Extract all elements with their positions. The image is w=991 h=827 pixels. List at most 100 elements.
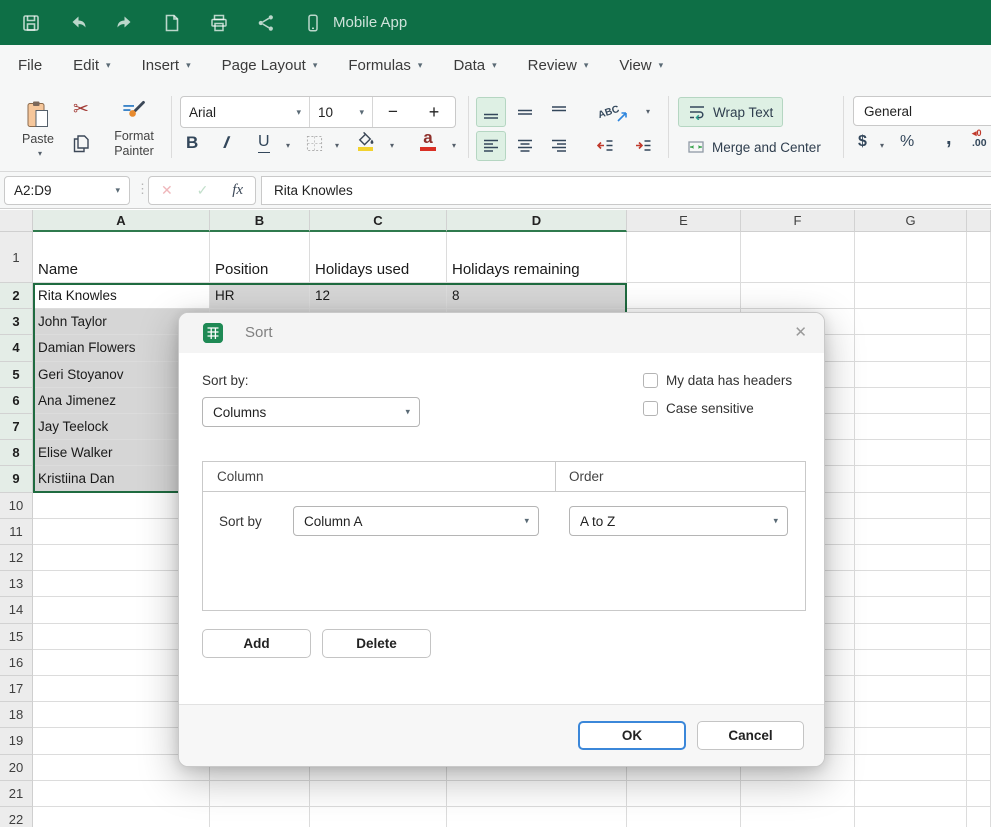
row-header-6[interactable]: 6 <box>0 388 33 414</box>
cell-G16[interactable] <box>855 650 967 676</box>
row-header-2[interactable]: 2 <box>0 283 33 309</box>
increase-indent-button[interactable] <box>628 131 658 161</box>
cell-E2[interactable] <box>627 283 741 309</box>
add-button[interactable]: Add <box>202 629 311 658</box>
cell-partial[interactable] <box>967 283 991 309</box>
row-header-11[interactable]: 11 <box>0 519 33 545</box>
cell-G5[interactable] <box>855 362 967 388</box>
chevron-down-icon[interactable]: ▾ <box>452 141 456 150</box>
row-header-9[interactable]: 9 <box>0 466 33 492</box>
cell-D1[interactable]: Holidays remaining <box>447 232 627 283</box>
sort-column-select[interactable]: Column A ▾ <box>293 506 539 536</box>
align-left-button[interactable] <box>476 131 506 161</box>
cancel-button[interactable]: Cancel <box>697 721 804 750</box>
comma-style-button[interactable]: , <box>946 127 952 150</box>
bold-button[interactable]: B <box>186 133 198 153</box>
cell-G12[interactable] <box>855 545 967 571</box>
cell-E1[interactable] <box>627 232 741 283</box>
save-icon[interactable] <box>20 12 42 34</box>
row-header-18[interactable]: 18 <box>0 702 33 728</box>
font-color-button[interactable]: a <box>420 129 436 151</box>
row-header-10[interactable]: 10 <box>0 493 33 519</box>
cell-F2[interactable] <box>741 283 855 309</box>
cancel-entry-icon[interactable]: ✕ <box>161 182 173 199</box>
cell-G18[interactable] <box>855 702 967 728</box>
align-right-button[interactable] <box>544 131 574 161</box>
cell-G17[interactable] <box>855 676 967 702</box>
chevron-down-icon[interactable]: ▾ <box>390 141 394 150</box>
cell-partial[interactable] <box>967 388 991 414</box>
cell-partial[interactable] <box>967 755 991 781</box>
cell-G15[interactable] <box>855 624 967 650</box>
undo-icon[interactable] <box>67 12 89 34</box>
cell-C22[interactable] <box>310 807 447 827</box>
cell-A1[interactable]: Name <box>33 232 210 283</box>
text-orientation-button[interactable]: ABC <box>590 99 636 125</box>
row-header-22[interactable]: 22 <box>0 807 33 827</box>
font-name-select[interactable]: Arial▾ <box>181 97 309 127</box>
menu-data[interactable]: Data▾ <box>453 57 496 74</box>
cell-partial[interactable] <box>967 676 991 702</box>
underline-button[interactable]: U <box>258 133 270 153</box>
cell-partial[interactable] <box>967 650 991 676</box>
cell-G22[interactable] <box>855 807 967 827</box>
cell-B2[interactable]: HR <box>210 283 310 309</box>
cell-partial[interactable] <box>967 440 991 466</box>
cell-D21[interactable] <box>447 781 627 807</box>
cell-D22[interactable] <box>447 807 627 827</box>
cell-C2[interactable]: 12 <box>310 283 447 309</box>
decrease-decimal-button[interactable]: ◂0 .00 <box>972 129 987 149</box>
cell-G19[interactable] <box>855 728 967 754</box>
number-format-select[interactable]: General <box>853 96 991 126</box>
share-icon[interactable] <box>255 12 277 34</box>
currency-style-button[interactable]: $ <box>858 133 867 151</box>
my-data-has-headers-checkbox[interactable]: My data has headers <box>643 373 792 388</box>
italic-button[interactable]: I <box>222 133 231 153</box>
cell-G2[interactable] <box>855 283 967 309</box>
cell-partial[interactable] <box>967 571 991 597</box>
column-header-D[interactable]: D <box>447 210 627 232</box>
column-header-F[interactable]: F <box>741 210 855 232</box>
menu-insert[interactable]: Insert▾ <box>142 57 191 74</box>
sort-by-select[interactable]: Columns ▾ <box>202 397 420 427</box>
row-header-16[interactable]: 16 <box>0 650 33 676</box>
cell-A22[interactable] <box>33 807 210 827</box>
decrease-font-size-button[interactable]: − <box>373 97 413 127</box>
cell-G21[interactable] <box>855 781 967 807</box>
cell-F22[interactable] <box>741 807 855 827</box>
fill-color-button[interactable] <box>356 131 375 151</box>
cell-G20[interactable] <box>855 755 967 781</box>
cell-G13[interactable] <box>855 571 967 597</box>
cell-G4[interactable] <box>855 335 967 361</box>
cell-E21[interactable] <box>627 781 741 807</box>
row-header-14[interactable]: 14 <box>0 597 33 623</box>
row-header-1[interactable]: 1 <box>0 232 33 283</box>
column-header-B[interactable]: B <box>210 210 310 232</box>
row-header-15[interactable]: 15 <box>0 624 33 650</box>
column-header-G[interactable]: G <box>855 210 967 232</box>
cell-G6[interactable] <box>855 388 967 414</box>
wrap-text-button[interactable]: Wrap Text <box>678 97 783 127</box>
delete-button[interactable]: Delete <box>322 629 431 658</box>
sort-dialog-header[interactable]: Sort ✕ <box>179 313 824 353</box>
menu-page-layout[interactable]: Page Layout▾ <box>222 57 318 74</box>
cell-F1[interactable] <box>741 232 855 283</box>
percent-style-button[interactable]: % <box>900 133 914 151</box>
row-header-17[interactable]: 17 <box>0 676 33 702</box>
column-header-E[interactable]: E <box>627 210 741 232</box>
merge-and-center-button[interactable]: Merge and Center <box>678 132 830 162</box>
cell-partial[interactable] <box>967 232 991 283</box>
cell-A21[interactable] <box>33 781 210 807</box>
row-header-5[interactable]: 5 <box>0 362 33 388</box>
cell-partial[interactable] <box>967 466 991 492</box>
row-header-21[interactable]: 21 <box>0 781 33 807</box>
cell-F21[interactable] <box>741 781 855 807</box>
menu-formulas[interactable]: Formulas▾ <box>348 57 422 74</box>
row-header-12[interactable]: 12 <box>0 545 33 571</box>
cell-partial[interactable] <box>967 597 991 623</box>
cell-partial[interactable] <box>967 702 991 728</box>
menu-file[interactable]: File <box>18 57 42 74</box>
cell-partial[interactable] <box>967 519 991 545</box>
cell-partial[interactable] <box>967 493 991 519</box>
borders-button[interactable] <box>306 135 323 152</box>
